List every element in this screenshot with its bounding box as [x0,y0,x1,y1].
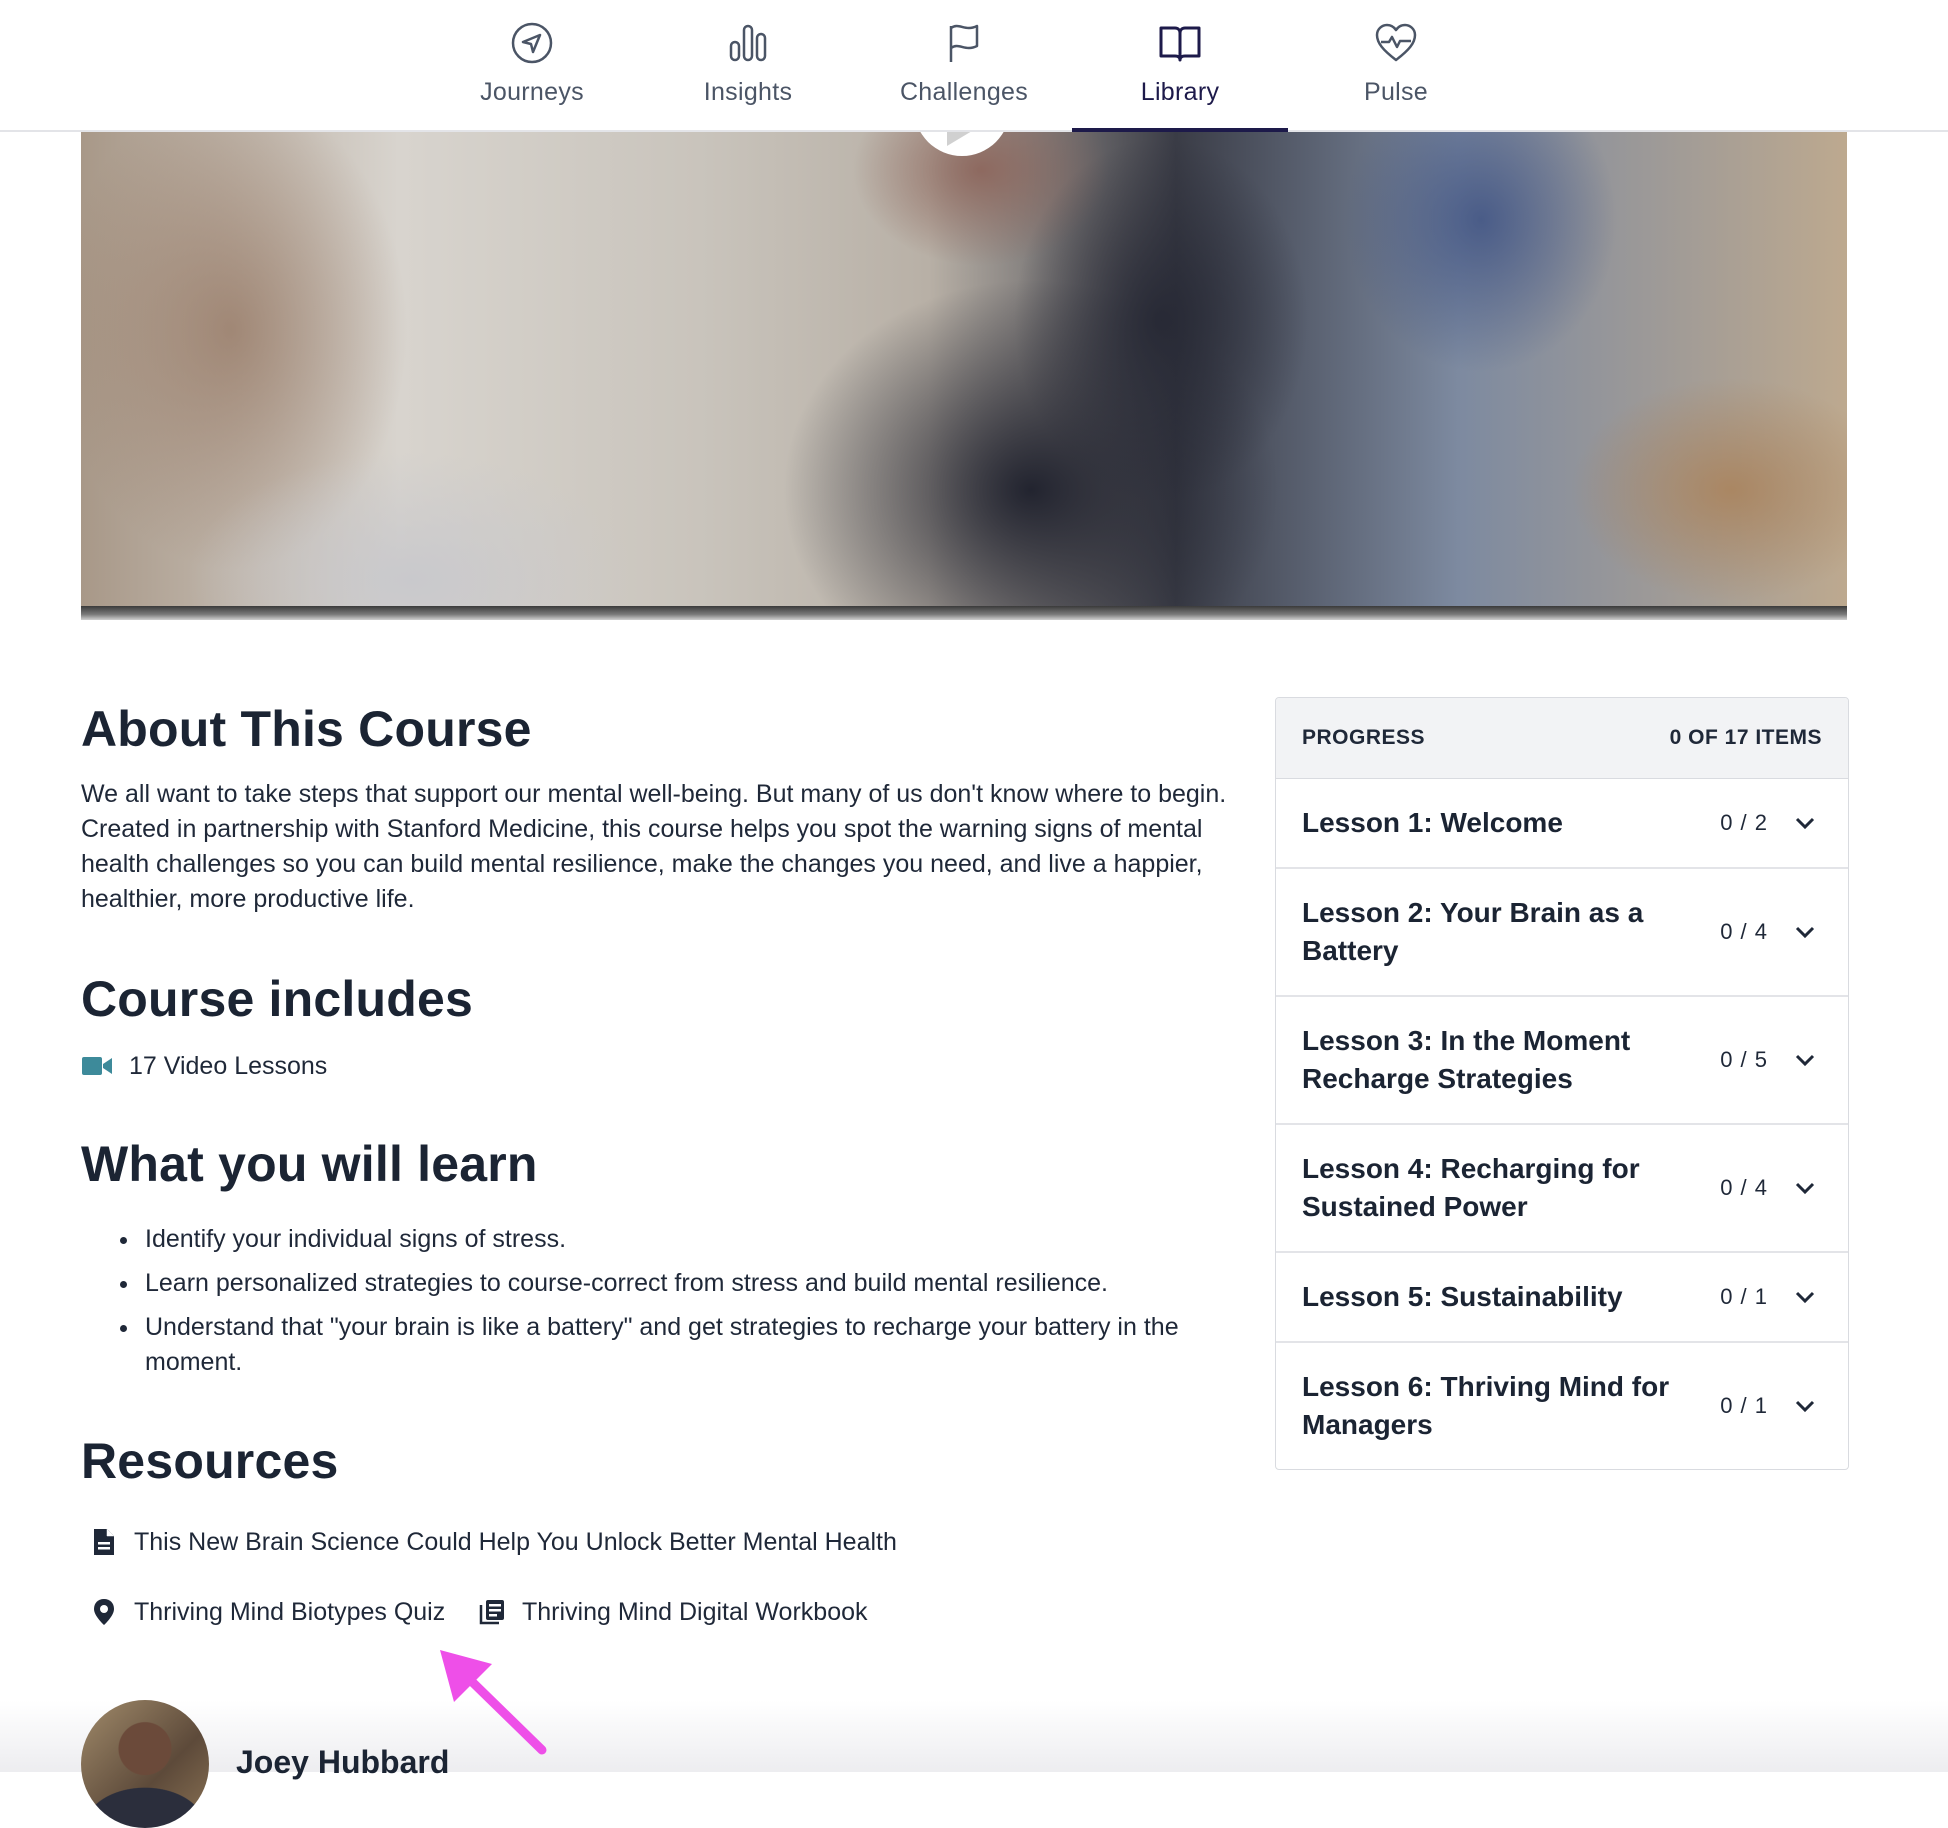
lesson-row-4[interactable]: Lesson 4: Recharging for Sustained Power… [1276,1125,1848,1253]
about-description: We all want to take steps that support o… [81,780,1227,913]
article-link[interactable]: This New Brain Science Could Help You Un… [134,1528,897,1557]
resource-quiz[interactable]: Thriving Mind Biotypes Quiz [90,1597,445,1627]
workbook-link[interactable]: Thriving Mind Digital Workbook [522,1598,868,1627]
lesson-row-5[interactable]: Lesson 5: Sustainability 0 / 1 [1276,1253,1848,1343]
heart-pulse-icon [1375,23,1417,62]
lesson-count: 0 / 4 [1720,919,1768,944]
play-icon [947,130,977,146]
video-lessons-count: 17 Video Lessons [129,1051,328,1080]
document-icon [94,1529,114,1555]
lesson-count: 0 / 2 [1720,810,1768,835]
nav-tab-challenges[interactable]: Challenges [856,0,1072,130]
play-button[interactable] [914,130,1010,156]
quiz-link[interactable]: Thriving Mind Biotypes Quiz [134,1598,445,1627]
learn-item: Understand that "your brain is like a ba… [120,1310,1250,1380]
lesson-title: Lesson 6: Thriving Mind for Managers [1302,1371,1670,1440]
resource-workbook[interactable]: Thriving Mind Digital Workbook [478,1597,868,1627]
nav-label: Challenges [899,78,1029,106]
lesson-title: Lesson 4: Recharging for Sustained Power [1302,1153,1640,1222]
progress-summary: 0 OF 17 ITEMS [1669,726,1822,749]
video-progress-bar[interactable] [81,606,1847,620]
nav-tab-insights[interactable]: Insights [640,0,856,130]
progress-panel: PROGRESS 0 OF 17 ITEMS Lesson 1: Welcome… [1275,697,1849,1470]
learn-list: Identify your individual signs of stress… [120,1222,1250,1389]
newspaper-icon [479,1600,504,1625]
instructor-name: Joey Hubbard [236,1744,450,1780]
chevron-down-icon[interactable] [1794,1290,1816,1304]
learn-heading: What you will learn [81,1136,538,1192]
lesson-count: 0 / 1 [1720,1284,1768,1309]
nav-label: Journeys [480,78,584,106]
lesson-title: Lesson 3: In the Moment Recharge Strateg… [1302,1025,1631,1094]
video-camera-icon [82,1057,112,1075]
resource-article[interactable]: This New Brain Science Could Help You Un… [90,1527,897,1557]
chevron-down-icon[interactable] [1794,816,1816,830]
open-book-icon [1159,26,1201,62]
nav-label: Pulse [1363,78,1429,106]
lesson-row-3[interactable]: Lesson 3: In the Moment Recharge Strateg… [1276,997,1848,1125]
lesson-count: 0 / 4 [1720,1175,1768,1200]
flag-icon [949,24,979,62]
lesson-count: 0 / 1 [1720,1393,1768,1418]
map-pin-icon [94,1599,114,1625]
lesson-row-6[interactable]: Lesson 6: Thriving Mind for Managers 0 /… [1276,1343,1848,1469]
nav-label: Library [1140,78,1220,106]
progress-label: PROGRESS [1302,726,1426,749]
chevron-down-icon[interactable] [1794,1399,1816,1413]
lesson-title: Lesson 2: Your Brain as a Battery [1302,897,1644,966]
lesson-row-2[interactable]: Lesson 2: Your Brain as a Battery 0 / 4 [1276,869,1848,997]
navigation-arrow-icon [511,22,553,64]
annotation-arrow-icon [440,1650,547,1755]
bar-chart-icon [729,24,767,62]
lesson-title: Lesson 5: Sustainability [1302,1281,1623,1312]
nav-tab-pulse[interactable]: Pulse [1288,0,1504,130]
learn-item: Learn personalized strategies to course-… [120,1266,1250,1301]
course-video-player[interactable] [81,130,1847,620]
chevron-down-icon[interactable] [1794,925,1816,939]
resources-heading: Resources [81,1433,339,1489]
nav-tab-journeys[interactable]: Journeys [424,0,640,130]
lesson-count: 0 / 5 [1720,1047,1768,1072]
instructor-avatar [81,1700,209,1828]
lesson-row-1[interactable]: Lesson 1: Welcome 0 / 2 [1276,779,1848,869]
nav-tab-library[interactable]: Library [1072,0,1288,132]
course-includes-heading: Course includes [81,971,473,1027]
about-heading: About This Course [81,701,532,757]
chevron-down-icon[interactable] [1794,1053,1816,1067]
learn-item: Identify your individual signs of stress… [120,1222,1250,1257]
top-nav: Journeys Insights Challenges Library Pul… [0,0,1948,132]
progress-header: PROGRESS 0 OF 17 ITEMS [1276,698,1848,779]
chevron-down-icon[interactable] [1794,1181,1816,1195]
nav-label: Insights [703,78,793,106]
lesson-title: Lesson 1: Welcome [1302,807,1563,838]
includes-video-lessons: 17 Video Lessons [81,1049,327,1083]
